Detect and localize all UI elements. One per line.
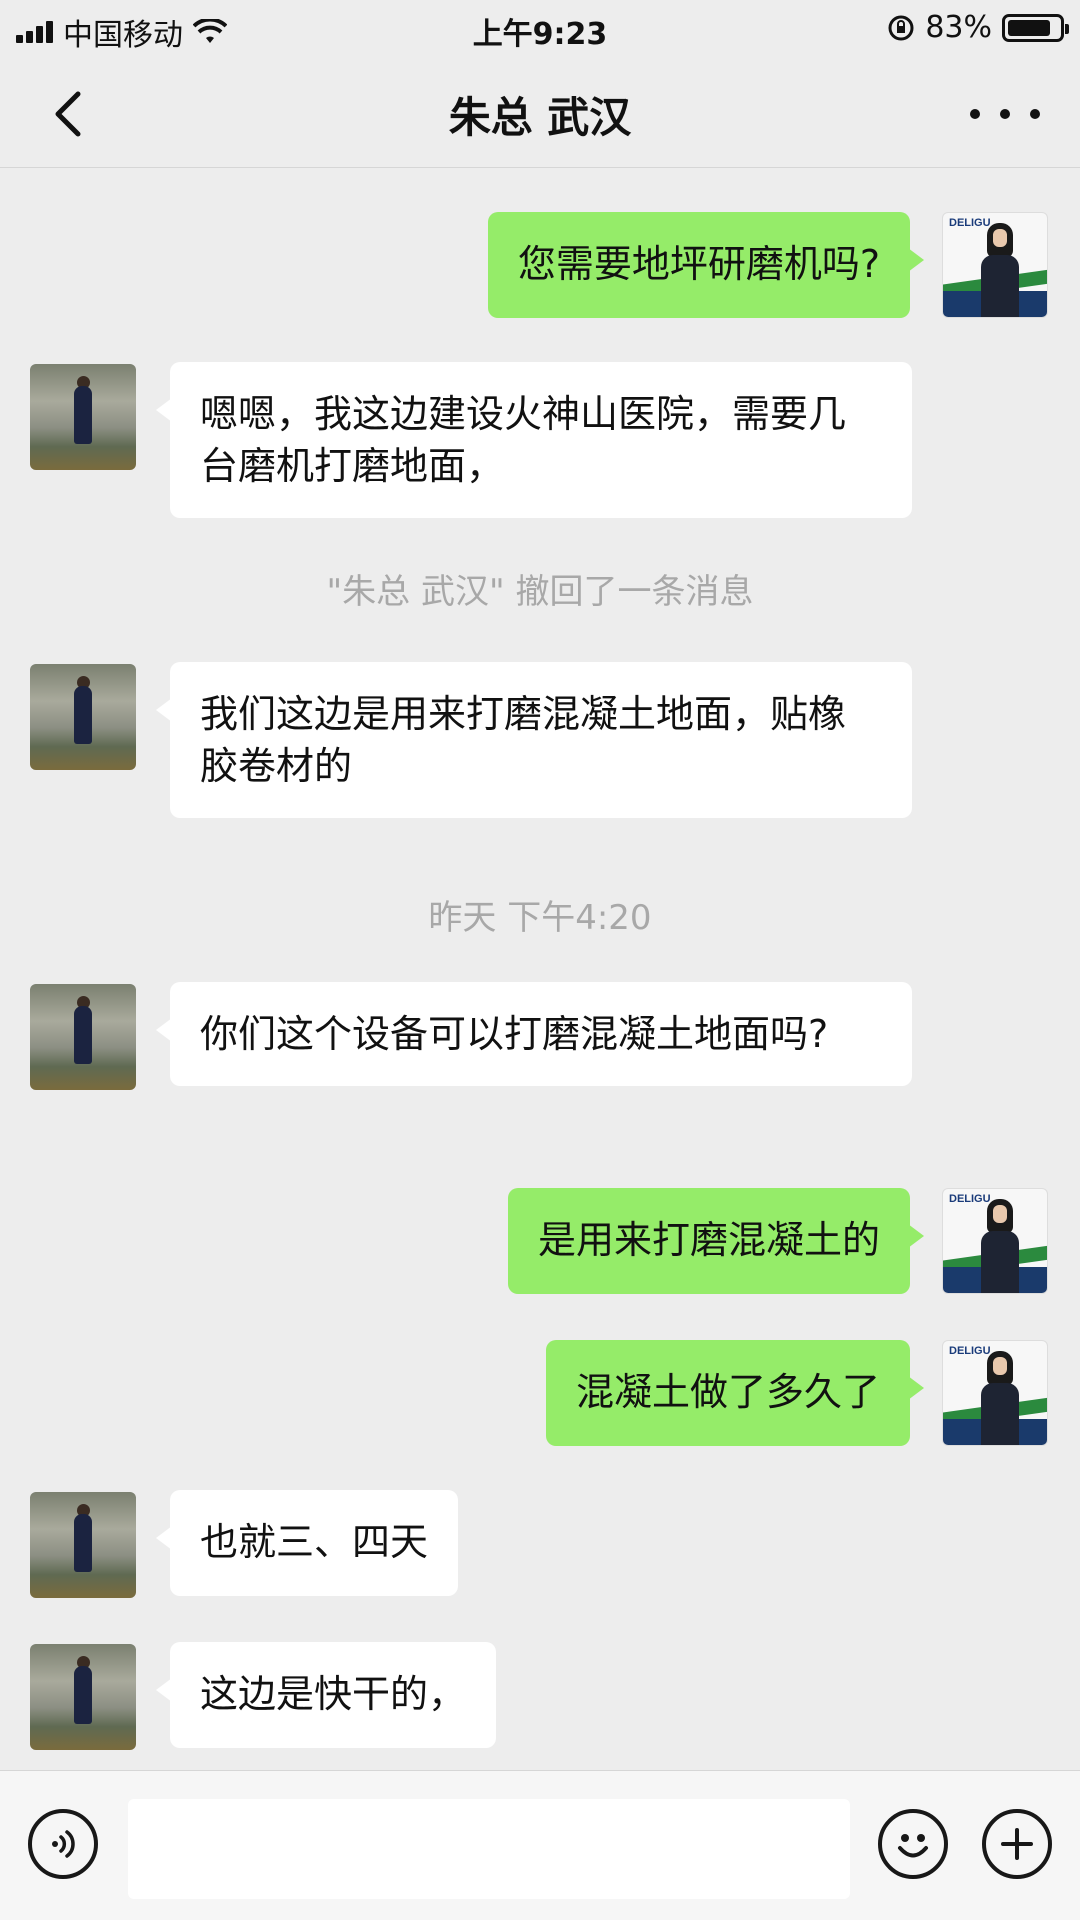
chat-messages[interactable]: DELIGU 您需要地坪研磨机吗? 嗯嗯，我这边建设火神山医院，需要几台磨机打磨… (0, 168, 1080, 1770)
timestamp: 昨天 下午4:20 (428, 898, 652, 938)
rotation-lock-icon (888, 15, 914, 40)
self-avatar[interactable]: DELIGU (942, 212, 1048, 318)
voice-icon[interactable] (28, 1809, 98, 1879)
contact-avatar[interactable] (30, 664, 136, 770)
message-bubble-other[interactable]: 这边是快干的， (155, 1642, 497, 1748)
contact-avatar[interactable] (30, 364, 136, 470)
message-bubble-other[interactable]: 我们这边是用来打磨混凝土地面，贴橡胶卷材的 (156, 662, 912, 818)
emoji-icon[interactable] (878, 1809, 948, 1879)
message-bubble-self[interactable]: 您需要地坪研磨机吗? (487, 212, 925, 318)
chat-title: 朱总 武汉 (448, 93, 632, 142)
contact-avatar[interactable] (30, 984, 136, 1090)
message-bubble-other[interactable]: 嗯嗯，我这边建设火神山医院，需要几台磨机打磨地面， (156, 362, 912, 518)
nav-bar: 朱总 武汉 (0, 54, 1080, 168)
message-bubble-other[interactable]: 也就三、四天 (155, 1490, 459, 1596)
battery-percent: 83% (925, 10, 992, 45)
input-bar (0, 1770, 1080, 1920)
plus-icon[interactable] (982, 1809, 1052, 1879)
status-right: 83% (887, 10, 1069, 45)
message-input[interactable] (128, 1799, 850, 1899)
contact-avatar[interactable] (30, 1492, 136, 1598)
battery-icon (1002, 13, 1069, 42)
self-avatar[interactable]: DELIGU (942, 1188, 1048, 1294)
message-bubble-self[interactable]: 混凝土做了多久了 (545, 1340, 925, 1446)
recall-notice: "朱总 武汉" 撤回了一条消息 (326, 572, 754, 612)
contact-avatar[interactable] (30, 1644, 136, 1750)
message-bubble-self[interactable]: 是用来打磨混凝土的 (507, 1188, 925, 1294)
more-dots-icon[interactable] (970, 94, 1040, 134)
self-avatar[interactable]: DELIGU (942, 1340, 1048, 1446)
status-bar: 中国移动 上午9:23 83% (0, 0, 1080, 54)
message-bubble-other[interactable]: 你们这个设备可以打磨混凝土地面吗? (156, 982, 912, 1086)
